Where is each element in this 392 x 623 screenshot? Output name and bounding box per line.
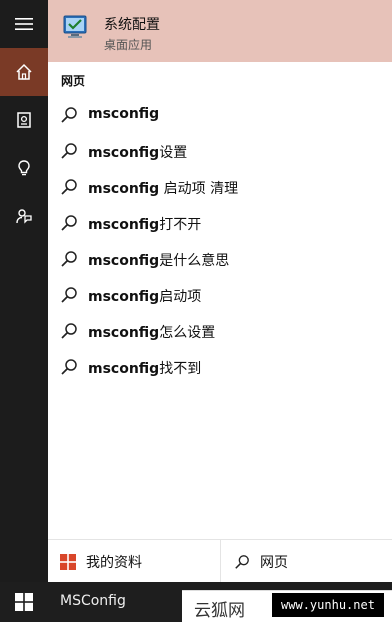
windows-logo-icon [15, 593, 33, 611]
search-icon [61, 359, 77, 375]
best-match-subtitle: 桌面应用 [104, 38, 153, 52]
lightbulb-icon [18, 160, 30, 176]
my-stuff-button[interactable]: 我的资料 [60, 540, 142, 583]
search-icon [61, 107, 77, 123]
best-match-title: 系统配置 [104, 17, 160, 33]
feedback-icon [16, 209, 32, 224]
watermark-brand: 云狐网 [194, 601, 245, 621]
watermark: 云狐网 www.yunhu.net [182, 590, 392, 623]
search-icon [61, 323, 77, 339]
my-stuff-label: 我的资料 [86, 554, 142, 571]
search-query-input[interactable]: MSConfig [60, 593, 126, 609]
suggestion-text: msconfig设置 [88, 145, 188, 161]
search-icon [61, 215, 77, 231]
watermark-url: www.yunhu.net [272, 593, 384, 617]
start-button[interactable] [0, 582, 48, 622]
scope-divider [220, 540, 221, 583]
suggestion-item[interactable]: msconfig [48, 98, 392, 134]
search-icon [61, 287, 77, 303]
suggestion-text: msconfig 启动项 清理 [88, 181, 239, 197]
web-suggestions-list: msconfig msconfig设置 msconfig 启动项 清理 msco… [48, 98, 392, 386]
web-scope-button[interactable]: 网页 [234, 540, 288, 583]
suggestion-item[interactable]: msconfig 启动项 清理 [48, 170, 392, 206]
hamburger-menu-button[interactable] [0, 0, 48, 48]
notebook-icon [17, 112, 31, 128]
suggestion-text: msconfig启动项 [88, 289, 202, 305]
search-icon [61, 143, 77, 159]
web-scope-label: 网页 [260, 554, 288, 571]
suggestion-text: msconfig [88, 106, 160, 122]
search-icon [61, 251, 77, 267]
search-icon [235, 554, 249, 569]
system-config-icon [63, 15, 87, 38]
left-rail [0, 0, 48, 582]
suggestion-item[interactable]: msconfig找不到 [48, 350, 392, 386]
notebook-button[interactable] [0, 96, 48, 144]
suggestion-item[interactable]: msconfig打不开 [48, 206, 392, 242]
suggestion-text: msconfig是什么意思 [88, 253, 230, 269]
suggestion-item[interactable]: msconfig设置 [48, 134, 392, 170]
suggestion-text: msconfig找不到 [88, 361, 202, 377]
web-section-header: 网页 [61, 74, 86, 88]
reminders-button[interactable] [0, 144, 48, 192]
suggestion-text: msconfig怎么设置 [88, 325, 216, 341]
suggestion-item[interactable]: msconfig启动项 [48, 278, 392, 314]
search-scope-bar: 我的资料 网页 [48, 539, 392, 583]
hamburger-icon [15, 18, 33, 30]
home-button[interactable] [0, 48, 48, 96]
best-match-result[interactable]: 系统配置 桌面应用 [48, 0, 392, 62]
suggestion-item[interactable]: msconfig是什么意思 [48, 242, 392, 278]
suggestion-text: msconfig打不开 [88, 217, 202, 233]
suggestion-item[interactable]: msconfig怎么设置 [48, 314, 392, 350]
home-icon [16, 63, 32, 80]
feedback-button[interactable] [0, 192, 48, 240]
windows-logo-icon [60, 553, 76, 570]
search-icon [61, 179, 77, 195]
